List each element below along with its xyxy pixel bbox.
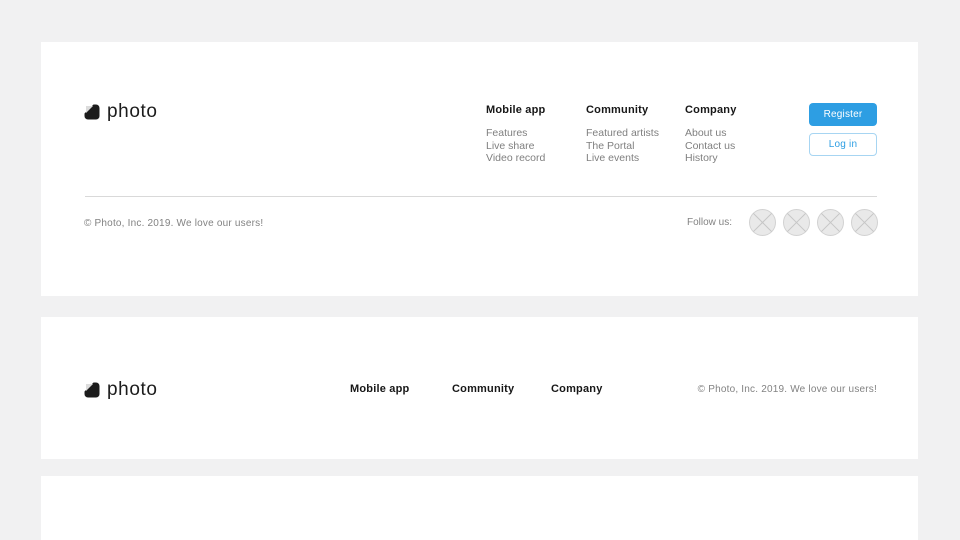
footer-link-live-share[interactable]: Live share <box>486 140 545 153</box>
brand-name: photo <box>107 379 158 400</box>
footer-link-history[interactable]: History <box>685 152 737 165</box>
column-title: Community <box>586 104 649 116</box>
social-placeholder-icon-2[interactable] <box>783 209 810 236</box>
login-button[interactable]: Log in <box>809 133 877 156</box>
photo-logo-icon <box>84 382 100 398</box>
footer-full-card: photo Mobile app Features Live share Vid… <box>41 42 918 296</box>
footer-link-features[interactable]: Features <box>486 127 545 140</box>
photo-logo-icon <box>84 104 100 120</box>
footer-compact-card: photo Mobile app Community Company © Pho… <box>41 317 918 459</box>
follow-us-label: Follow us: <box>686 217 732 228</box>
social-placeholder-icon-1[interactable] <box>749 209 776 236</box>
footer-column-community: Community Featured artists The Portal Li… <box>586 104 659 165</box>
footer-divider <box>85 196 877 197</box>
copyright-text: © Photo, Inc. 2019. We love our users! <box>84 218 264 229</box>
register-button[interactable]: Register <box>809 103 877 126</box>
social-placeholder-icon-4[interactable] <box>851 209 878 236</box>
brand-logo[interactable]: photo <box>84 101 158 123</box>
footer-link-mobile-app[interactable]: Mobile app <box>350 383 409 395</box>
footer-empty-card <box>41 476 918 540</box>
footer-link-about-us[interactable]: About us <box>685 127 737 140</box>
brand-logo[interactable]: photo <box>84 379 158 401</box>
footer-link-community[interactable]: Community <box>452 383 514 395</box>
column-title: Company <box>685 104 737 116</box>
footer-link-the-portal[interactable]: The Portal <box>586 140 659 153</box>
column-title: Mobile app <box>486 104 546 116</box>
footer-link-featured-artists[interactable]: Featured artists <box>586 127 659 140</box>
footer-column-mobile-app: Mobile app Features Live share Video rec… <box>486 104 545 165</box>
brand-name: photo <box>107 101 158 122</box>
footer-link-live-events[interactable]: Live events <box>586 152 659 165</box>
social-placeholder-icon-3[interactable] <box>817 209 844 236</box>
copyright-text: © Photo, Inc. 2019. We love our users! <box>697 384 877 395</box>
footer-column-company: Company About us Contact us History <box>685 104 737 165</box>
footer-link-contact-us[interactable]: Contact us <box>685 140 737 153</box>
footer-link-company[interactable]: Company <box>551 383 603 395</box>
footer-link-video-record[interactable]: Video record <box>486 152 545 165</box>
social-follow-row: Follow us: <box>687 209 878 236</box>
